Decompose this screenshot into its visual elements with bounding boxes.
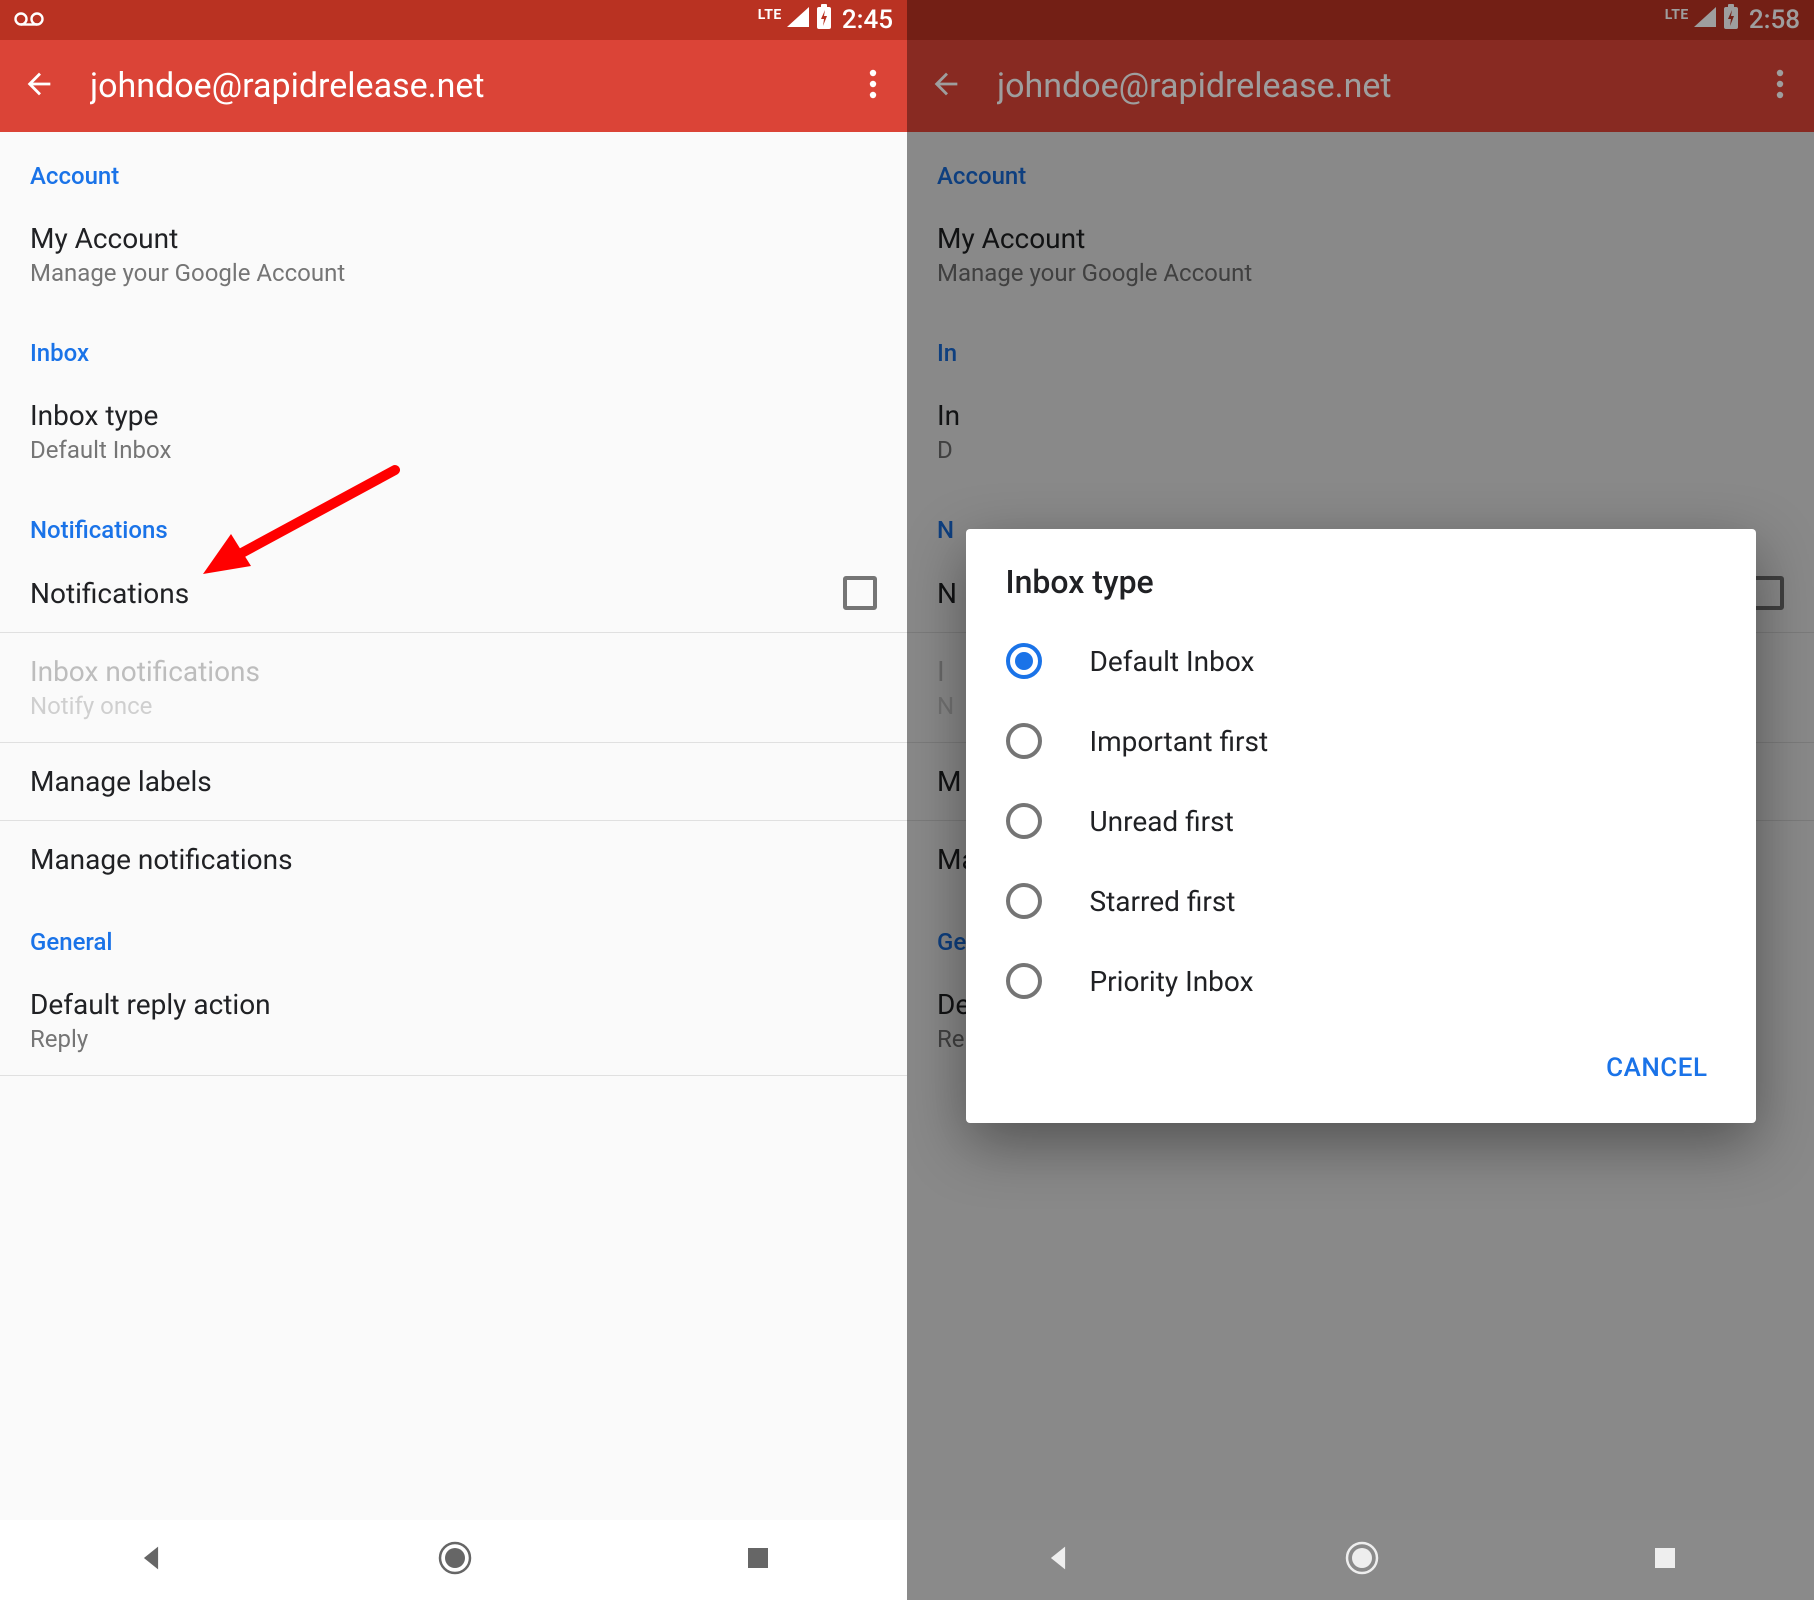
row-title: Inbox type [30,399,877,432]
network-lte: LTE [758,7,782,23]
row-manage-notifications[interactable]: Manage notifications [0,821,907,898]
radio-option[interactable]: Default Inbox [966,621,1756,701]
cancel-button[interactable]: CANCEL [1590,1041,1723,1095]
row-default-reply[interactable]: Default reply action Reply [0,966,907,1075]
row-title: Notifications [30,577,189,610]
nav-back-icon[interactable] [134,1541,168,1579]
signal-icon [1693,6,1717,34]
row-title: Default reply action [30,988,877,1021]
android-navbar [0,1520,907,1600]
battery-charging-icon [816,4,832,36]
settings-content[interactable]: Account My Account Manage your Google Ac… [0,132,907,1520]
radio-label: Priority Inbox [1090,965,1254,998]
nav-back-icon[interactable] [1041,1541,1075,1579]
section-general: General [0,898,907,966]
section-inbox: Inbox [0,309,907,377]
row-title: Manage notifications [30,843,877,876]
radio-option[interactable]: Priority Inbox [966,941,1756,1021]
signal-icon [786,6,810,34]
status-clock: 2:58 [1749,5,1800,35]
row-sub: Manage your Google Account [30,259,877,287]
radio-option[interactable]: Starred first [966,861,1756,941]
row-title: Inbox notifications [30,655,877,688]
radio-icon[interactable] [1006,803,1042,839]
section-account: Account [0,132,907,200]
settings-content: Account My Account Manage your Google Ac… [907,132,1814,1520]
row-sub: Reply [30,1025,877,1053]
network-lte: LTE [1665,7,1689,23]
status-clock: 2:45 [842,5,893,35]
status-bar: LTE 2:58 [907,0,1814,40]
nav-recent-icon[interactable] [1650,1543,1680,1577]
more-icon[interactable] [1768,61,1792,111]
back-icon[interactable] [22,67,56,105]
row-sub: Default Inbox [30,436,877,464]
battery-charging-icon [1723,4,1739,36]
appbar-title: johndoe@rapidrelease.net [90,66,861,106]
appbar-title: johndoe@rapidrelease.net [997,66,1768,106]
android-navbar [907,1520,1814,1600]
nav-home-icon[interactable] [1343,1539,1381,1581]
row-notifications[interactable]: Notifications [0,554,907,632]
row-inbox-type[interactable]: Inbox type Default Inbox [0,377,907,486]
phone-right: LTE 2:58 johndoe@rapidrelease.net Accoun… [907,0,1814,1600]
radio-option[interactable]: Important first [966,701,1756,781]
radio-option[interactable]: Unread first [966,781,1756,861]
radio-label: Unread first [1090,805,1234,838]
dialog-title: Inbox type [966,563,1756,621]
divider [0,1075,907,1076]
nav-recent-icon[interactable] [743,1543,773,1577]
status-bar: LTE 2:45 [0,0,907,40]
radio-label: Important first [1090,725,1269,758]
checkbox-notifications[interactable] [843,576,877,610]
inbox-type-dialog: Inbox type Default Inbox Important first U… [966,529,1756,1123]
row-inbox-notifications: Inbox notifications Notify once [0,633,907,742]
radio-icon[interactable] [1006,723,1042,759]
app-bar: johndoe@rapidrelease.net [0,40,907,132]
back-icon[interactable] [929,67,963,105]
more-icon[interactable] [861,61,885,111]
radio-icon[interactable] [1006,963,1042,999]
nav-home-icon[interactable] [436,1539,474,1581]
row-my-account[interactable]: My Account Manage your Google Account [0,200,907,309]
radio-icon[interactable] [1006,643,1042,679]
radio-icon[interactable] [1006,883,1042,919]
app-bar: johndoe@rapidrelease.net [907,40,1814,132]
radio-label: Starred first [1090,885,1236,918]
voicemail-icon [14,8,44,33]
radio-label: Default Inbox [1090,645,1255,678]
phone-left: LTE 2:45 johndoe@rapidrelease.net Accoun… [0,0,907,1600]
section-notifications: Notifications [0,486,907,554]
row-sub: Notify once [30,692,877,720]
row-title: My Account [30,222,877,255]
row-manage-labels[interactable]: Manage labels [0,743,907,820]
row-title: Manage labels [30,765,877,798]
